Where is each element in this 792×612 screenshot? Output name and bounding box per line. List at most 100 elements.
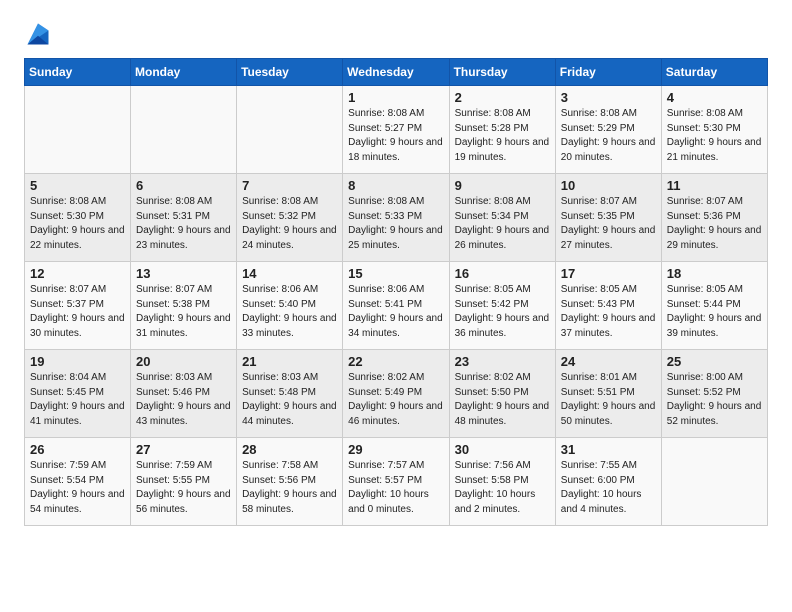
day-info: Sunrise: 8:08 AMSunset: 5:30 PMDaylight:… [667, 107, 762, 165]
calendar-cell: 7 Sunrise: 8:08 AMSunset: 5:32 PMDaylight… [237, 174, 343, 262]
day-info: Sunrise: 8:07 AMSunset: 5:37 PMDaylight:… [30, 283, 125, 341]
day-info: Sunrise: 8:05 AMSunset: 5:42 PMDaylight:… [455, 283, 550, 341]
weekday-header: Thursday [449, 59, 555, 86]
calendar-cell: 8 Sunrise: 8:08 AMSunset: 5:33 PMDaylight… [343, 174, 449, 262]
day-number: 24 [561, 354, 656, 369]
day-number: 27 [136, 442, 231, 457]
calendar-cell: 21 Sunrise: 8:03 AMSunset: 5:48 PMDayligh… [237, 350, 343, 438]
day-info: Sunrise: 7:58 AMSunset: 5:56 PMDaylight:… [242, 459, 337, 517]
day-info: Sunrise: 8:08 AMSunset: 5:34 PMDaylight:… [455, 195, 550, 253]
day-number: 20 [136, 354, 231, 369]
calendar-cell: 15 Sunrise: 8:06 AMSunset: 5:41 PMDayligh… [343, 262, 449, 350]
day-info: Sunrise: 8:08 AMSunset: 5:30 PMDaylight:… [30, 195, 125, 253]
calendar-week-row: 26 Sunrise: 7:59 AMSunset: 5:54 PMDayligh… [25, 438, 768, 526]
calendar-cell: 13 Sunrise: 8:07 AMSunset: 5:38 PMDayligh… [131, 262, 237, 350]
calendar-cell: 4Sunrise: 8:08 AMSunset: 5:30 PMDaylight… [661, 86, 767, 174]
day-number: 10 [561, 178, 656, 193]
day-number: 18 [667, 266, 762, 281]
calendar-cell [131, 86, 237, 174]
day-number: 21 [242, 354, 337, 369]
logo [24, 18, 58, 48]
calendar-cell: 19Sunrise: 8:04 AMSunset: 5:45 PMDayligh… [25, 350, 131, 438]
weekday-header: Saturday [661, 59, 767, 86]
calendar-cell: 25Sunrise: 8:00 AMSunset: 5:52 PMDayligh… [661, 350, 767, 438]
day-number: 2 [455, 90, 550, 105]
calendar-cell: 23 Sunrise: 8:02 AMSunset: 5:50 PMDayligh… [449, 350, 555, 438]
calendar-week-row: 1 Sunrise: 8:08 AMSunset: 5:27 PMDaylight… [25, 86, 768, 174]
day-info: Sunrise: 8:08 AMSunset: 5:28 PMDaylight:… [455, 107, 550, 165]
calendar: SundayMondayTuesdayWednesdayThursdayFrid… [24, 58, 768, 526]
day-info: Sunrise: 8:05 AMSunset: 5:44 PMDaylight:… [667, 283, 762, 341]
day-number: 26 [30, 442, 125, 457]
weekday-header: Sunday [25, 59, 131, 86]
calendar-cell: 6Sunrise: 8:08 AMSunset: 5:31 PMDaylight… [131, 174, 237, 262]
day-info: Sunrise: 7:56 AMSunset: 5:58 PMDaylight:… [455, 459, 550, 517]
calendar-cell: 31 Sunrise: 7:55 AMSunset: 6:00 PMDayligh… [555, 438, 661, 526]
day-info: Sunrise: 7:59 AMSunset: 5:55 PMDaylight:… [136, 459, 231, 517]
calendar-cell: 5Sunrise: 8:08 AMSunset: 5:30 PMDaylight… [25, 174, 131, 262]
day-number: 28 [242, 442, 337, 457]
day-info: Sunrise: 8:07 AMSunset: 5:36 PMDaylight:… [667, 195, 762, 253]
day-number: 17 [561, 266, 656, 281]
calendar-cell: 9Sunrise: 8:08 AMSunset: 5:34 PMDaylight… [449, 174, 555, 262]
day-info: Sunrise: 8:03 AMSunset: 5:48 PMDaylight:… [242, 371, 337, 429]
day-number: 16 [455, 266, 550, 281]
day-number: 8 [348, 178, 443, 193]
weekday-header: Wednesday [343, 59, 449, 86]
calendar-cell: 11 Sunrise: 8:07 AMSunset: 5:36 PMDayligh… [661, 174, 767, 262]
calendar-cell: 29Sunrise: 7:57 AMSunset: 5:57 PMDayligh… [343, 438, 449, 526]
day-number: 31 [561, 442, 656, 457]
day-number: 12 [30, 266, 125, 281]
calendar-cell: 30 Sunrise: 7:56 AMSunset: 5:58 PMDayligh… [449, 438, 555, 526]
page: SundayMondayTuesdayWednesdayThursdayFrid… [0, 0, 792, 612]
calendar-cell: 16 Sunrise: 8:05 AMSunset: 5:42 PMDayligh… [449, 262, 555, 350]
calendar-cell: 17 Sunrise: 8:05 AMSunset: 5:43 PMDayligh… [555, 262, 661, 350]
calendar-cell: 3Sunrise: 8:08 AMSunset: 5:29 PMDaylight… [555, 86, 661, 174]
day-number: 6 [136, 178, 231, 193]
day-info: Sunrise: 7:55 AMSunset: 6:00 PMDaylight:… [561, 459, 656, 517]
day-info: Sunrise: 8:02 AMSunset: 5:49 PMDaylight:… [348, 371, 443, 429]
day-number: 11 [667, 178, 762, 193]
day-number: 22 [348, 354, 443, 369]
day-number: 1 [348, 90, 443, 105]
calendar-cell [237, 86, 343, 174]
day-info: Sunrise: 8:07 AMSunset: 5:35 PMDaylight:… [561, 195, 656, 253]
calendar-cell: 14 Sunrise: 8:06 AMSunset: 5:40 PMDayligh… [237, 262, 343, 350]
calendar-week-row: 12 Sunrise: 8:07 AMSunset: 5:37 PMDayligh… [25, 262, 768, 350]
day-number: 7 [242, 178, 337, 193]
calendar-cell [25, 86, 131, 174]
header [24, 18, 768, 48]
day-info: Sunrise: 8:04 AMSunset: 5:45 PMDaylight:… [30, 371, 125, 429]
day-info: Sunrise: 8:02 AMSunset: 5:50 PMDaylight:… [455, 371, 550, 429]
weekday-header: Monday [131, 59, 237, 86]
day-info: Sunrise: 8:07 AMSunset: 5:38 PMDaylight:… [136, 283, 231, 341]
calendar-cell: 18 Sunrise: 8:05 AMSunset: 5:44 PMDayligh… [661, 262, 767, 350]
calendar-week-row: 5Sunrise: 8:08 AMSunset: 5:30 PMDaylight… [25, 174, 768, 262]
day-info: Sunrise: 8:03 AMSunset: 5:46 PMDaylight:… [136, 371, 231, 429]
calendar-cell: 10 Sunrise: 8:07 AMSunset: 5:35 PMDayligh… [555, 174, 661, 262]
weekday-header: Tuesday [237, 59, 343, 86]
weekday-header: Friday [555, 59, 661, 86]
day-number: 14 [242, 266, 337, 281]
calendar-cell: 28 Sunrise: 7:58 AMSunset: 5:56 PMDayligh… [237, 438, 343, 526]
day-info: Sunrise: 7:59 AMSunset: 5:54 PMDaylight:… [30, 459, 125, 517]
day-number: 30 [455, 442, 550, 457]
calendar-week-row: 19Sunrise: 8:04 AMSunset: 5:45 PMDayligh… [25, 350, 768, 438]
day-number: 3 [561, 90, 656, 105]
day-number: 13 [136, 266, 231, 281]
calendar-cell [661, 438, 767, 526]
day-info: Sunrise: 8:08 AMSunset: 5:27 PMDaylight:… [348, 107, 443, 165]
logo-icon [24, 20, 52, 48]
day-info: Sunrise: 7:57 AMSunset: 5:57 PMDaylight:… [348, 459, 443, 517]
day-number: 23 [455, 354, 550, 369]
calendar-cell: 1 Sunrise: 8:08 AMSunset: 5:27 PMDaylight… [343, 86, 449, 174]
day-info: Sunrise: 8:05 AMSunset: 5:43 PMDaylight:… [561, 283, 656, 341]
day-info: Sunrise: 8:08 AMSunset: 5:33 PMDaylight:… [348, 195, 443, 253]
day-number: 15 [348, 266, 443, 281]
calendar-cell: 12 Sunrise: 8:07 AMSunset: 5:37 PMDayligh… [25, 262, 131, 350]
day-info: Sunrise: 8:06 AMSunset: 5:40 PMDaylight:… [242, 283, 337, 341]
day-info: Sunrise: 8:01 AMSunset: 5:51 PMDaylight:… [561, 371, 656, 429]
day-info: Sunrise: 8:08 AMSunset: 5:32 PMDaylight:… [242, 195, 337, 253]
calendar-cell: 20 Sunrise: 8:03 AMSunset: 5:46 PMDayligh… [131, 350, 237, 438]
day-info: Sunrise: 8:06 AMSunset: 5:41 PMDaylight:… [348, 283, 443, 341]
